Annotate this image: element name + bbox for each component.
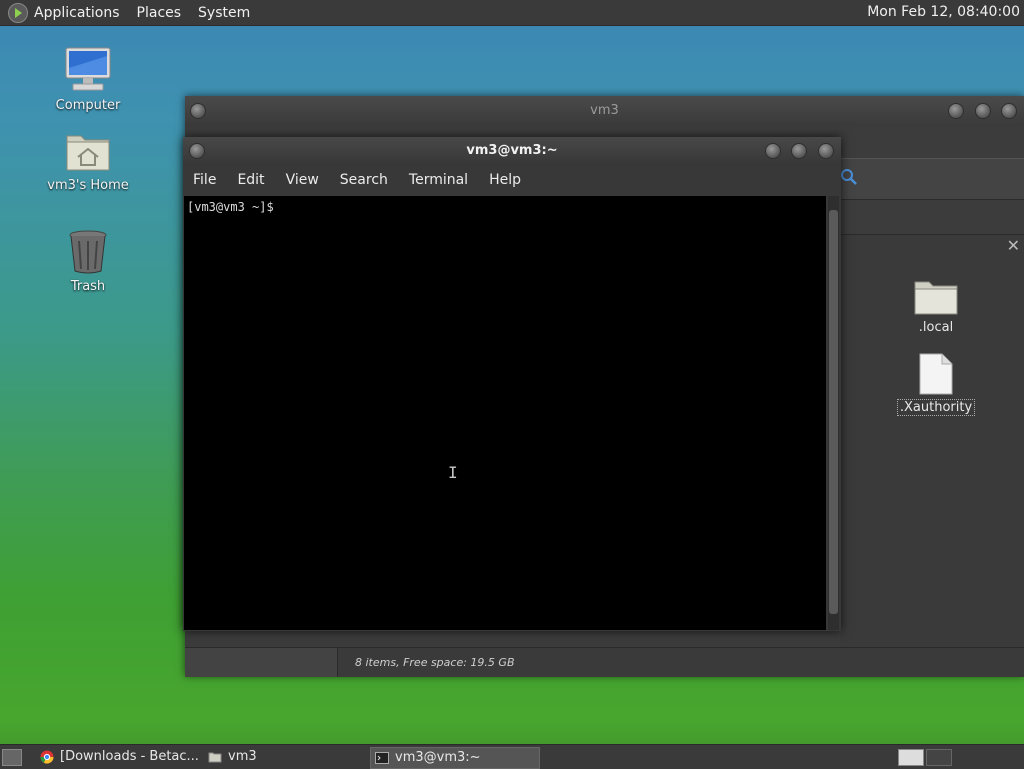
taskbar-item-terminal[interactable]: vm3@vm3:~ bbox=[370, 747, 540, 769]
text-cursor-icon: I bbox=[448, 463, 458, 482]
desktop-icon-label: vm3's Home bbox=[47, 178, 129, 193]
file-name: .local bbox=[918, 320, 954, 335]
top-panel: Applications Places System Mon Feb 12, 0… bbox=[0, 0, 1024, 26]
applications-menu[interactable]: Applications bbox=[34, 5, 120, 21]
file-manager-titlebar[interactable]: vm3 bbox=[185, 96, 1024, 126]
system-menu[interactable]: System bbox=[198, 5, 250, 21]
search-icon[interactable] bbox=[840, 168, 858, 186]
terminal-window[interactable]: vm3@vm3:~ File Edit View Search Terminal… bbox=[183, 137, 841, 631]
window-menu-icon[interactable] bbox=[190, 103, 206, 119]
clock[interactable]: Mon Feb 12, 08:40:00 bbox=[867, 4, 1020, 20]
workspace-2[interactable] bbox=[926, 749, 952, 766]
window-title: vm3@vm3:~ bbox=[466, 143, 558, 158]
close-button[interactable] bbox=[818, 143, 834, 159]
places-menu[interactable]: Places bbox=[137, 5, 182, 21]
terminal-scrollbar[interactable] bbox=[828, 196, 839, 630]
bottom-panel: [Downloads - Betac... vm3 vm3@vm3:~ bbox=[0, 744, 1024, 769]
desktop-icon-label: Trash bbox=[70, 279, 106, 294]
desktop-icon-trash[interactable]: Trash bbox=[38, 229, 138, 294]
maximize-button[interactable] bbox=[975, 103, 991, 119]
minimize-button[interactable] bbox=[948, 103, 964, 119]
menu-terminal[interactable]: Terminal bbox=[409, 172, 468, 188]
file-name: .Xauthority bbox=[896, 399, 976, 416]
menu-help[interactable]: Help bbox=[489, 172, 521, 188]
task-label: [Downloads - Betac... bbox=[60, 749, 199, 764]
taskbar-item-browser[interactable]: [Downloads - Betac... bbox=[36, 747, 220, 767]
task-label: vm3 bbox=[228, 749, 257, 764]
maximize-button[interactable] bbox=[791, 143, 807, 159]
file-manager-toolbar bbox=[840, 158, 1024, 200]
computer-icon bbox=[65, 47, 111, 91]
task-label: vm3@vm3:~ bbox=[395, 750, 481, 765]
mate-logo-icon[interactable] bbox=[8, 2, 28, 23]
show-desktop-icon[interactable] bbox=[2, 749, 22, 766]
close-button[interactable] bbox=[1001, 103, 1017, 119]
menu-view[interactable]: View bbox=[286, 172, 319, 188]
terminal-icon bbox=[375, 752, 389, 764]
status-text: 8 items, Free space: 19.5 GB bbox=[355, 656, 515, 669]
shell-prompt: [vm3@vm3 ~]$ bbox=[187, 200, 274, 214]
minimize-button[interactable] bbox=[765, 143, 781, 159]
chrome-icon bbox=[40, 750, 54, 764]
scrollbar-thumb[interactable] bbox=[829, 210, 838, 614]
folder-icon bbox=[208, 752, 222, 763]
window-title: vm3 bbox=[590, 103, 619, 118]
file-item[interactable]: .Xauthority bbox=[891, 352, 981, 416]
menu-search[interactable]: Search bbox=[340, 172, 388, 188]
terminal-menubar: File Edit View Search Terminal Help bbox=[183, 165, 841, 195]
menu-edit[interactable]: Edit bbox=[237, 172, 264, 188]
terminal-output[interactable]: [vm3@vm3 ~]$ bbox=[184, 196, 826, 630]
menu-file[interactable]: File bbox=[193, 172, 216, 188]
trash-icon bbox=[69, 230, 107, 274]
close-pane-icon[interactable]: ✕ bbox=[1007, 236, 1020, 255]
window-menu-icon[interactable] bbox=[189, 143, 205, 159]
desktop-icon-computer[interactable]: Computer bbox=[38, 46, 138, 113]
desktop-icon-label: Computer bbox=[55, 98, 121, 113]
desktop-icon-home[interactable]: vm3's Home bbox=[38, 130, 138, 193]
taskbar-item-file-manager[interactable]: vm3 bbox=[204, 747, 378, 767]
folder-icon bbox=[914, 281, 958, 315]
sidepane-footer bbox=[185, 648, 338, 677]
terminal-titlebar[interactable]: vm3@vm3:~ bbox=[183, 137, 841, 165]
workspace-1[interactable] bbox=[898, 749, 924, 766]
home-folder-icon bbox=[66, 135, 110, 171]
file-item[interactable]: .local bbox=[891, 276, 981, 335]
status-bar: 8 items, Free space: 19.5 GB bbox=[185, 647, 1024, 677]
file-icon bbox=[919, 353, 953, 395]
